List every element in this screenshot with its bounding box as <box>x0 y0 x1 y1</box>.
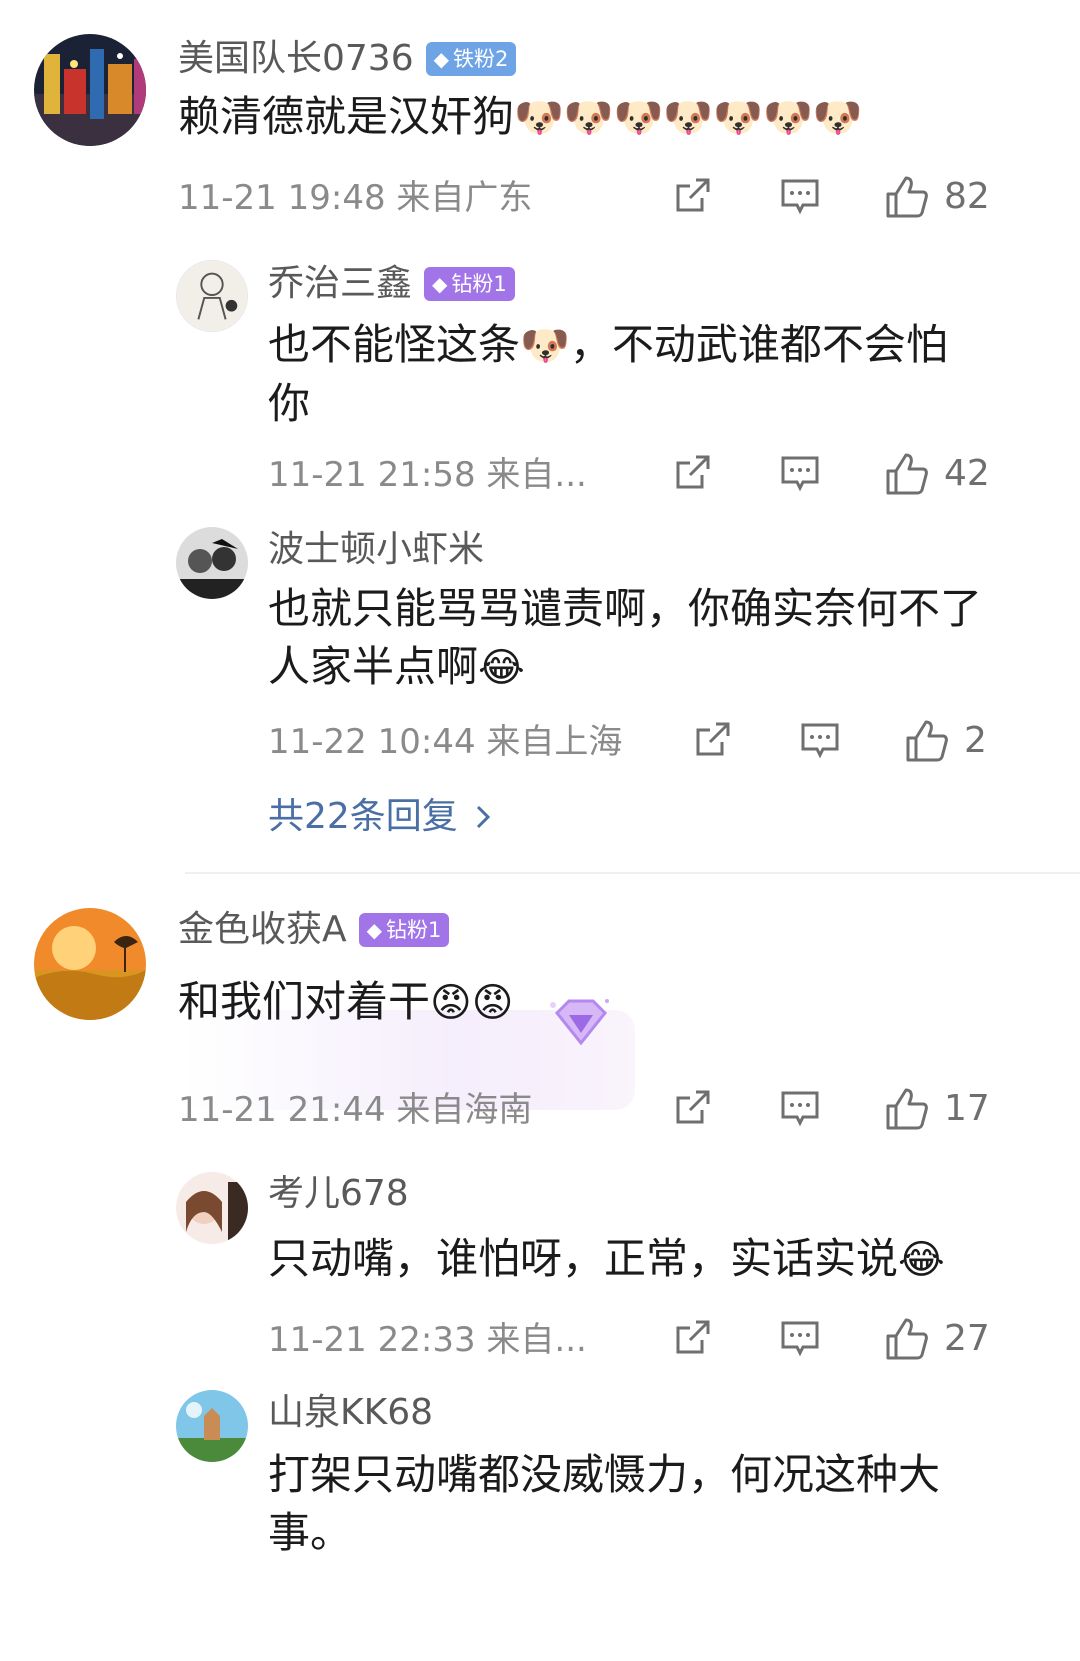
reply-text: 只动嘴，谁怕呀，正常，实话实说😂 <box>268 1230 988 1289</box>
badge-label: 铁粉2 <box>453 47 509 71</box>
like-button[interactable]: 42 <box>884 451 990 497</box>
reply-username[interactable]: 考儿678 <box>268 1172 409 1216</box>
reply-button[interactable] <box>800 720 840 760</box>
like-button[interactable]: 27 <box>884 1316 990 1362</box>
username-text[interactable]: 山泉KK68 <box>268 1391 433 1435</box>
thumb-up-icon <box>886 1088 928 1130</box>
diamond-icon: ◆ <box>366 918 383 942</box>
comment-time: 11-21 21:44 <box>178 1090 386 1130</box>
comment-body: 和我们对着干 <box>178 977 431 1026</box>
chevron-right-icon <box>476 805 490 829</box>
reply-body: 只动嘴，谁怕呀，正常，实话实说 <box>268 1234 899 1283</box>
reply-button[interactable] <box>780 1318 820 1358</box>
dog-emoji: 🐶🐶🐶🐶🐶🐶🐶 <box>514 95 863 141</box>
reply-meta: 11-21 22:33 来自... <box>268 1318 587 1362</box>
username-text[interactable]: 乔治三鑫 <box>268 262 412 306</box>
username-text[interactable]: 波士顿小虾米 <box>268 528 484 572</box>
reply-body-part1: 也不能怪这条 <box>268 320 521 369</box>
like-count: 42 <box>944 453 990 494</box>
user-avatar[interactable] <box>34 908 146 1020</box>
comment-text: 和我们对着干😡😡 <box>178 973 578 1032</box>
comment-text: 赖清德就是汉奸狗🐶🐶🐶🐶🐶🐶🐶 <box>178 88 1028 147</box>
like-count: 17 <box>944 1088 990 1129</box>
share-button[interactable] <box>692 720 732 760</box>
like-count: 27 <box>944 1318 990 1359</box>
username-text[interactable]: 美国队长0736 <box>178 37 414 81</box>
reply-avatar[interactable] <box>176 1390 248 1462</box>
share-button[interactable] <box>672 1318 712 1358</box>
reply-text: 打架只动嘴都没威慑力，何况这种大事。 <box>268 1446 988 1562</box>
reply-location: 来自上海 <box>486 722 623 762</box>
reply-avatar[interactable] <box>176 1172 248 1244</box>
diamond-icon: ◆ <box>433 47 450 71</box>
reply-avatar[interactable] <box>176 260 248 332</box>
fan-badge[interactable]: ◆ 钻粉1 <box>424 267 515 301</box>
reply-username[interactable]: 波士顿小虾米 <box>268 528 484 572</box>
reply-time: 11-21 22:33 <box>268 1320 476 1360</box>
comment-icon <box>781 179 819 215</box>
thumb-up-icon <box>886 176 928 218</box>
badge-label: 钻粉1 <box>386 918 442 942</box>
thread-divider <box>185 872 1080 874</box>
reply-body: 打架只动嘴都没威慑力，何况这种大事。 <box>268 1450 941 1557</box>
comment-meta: 11-21 19:48 来自广东 <box>178 176 532 220</box>
comment-username[interactable]: 美国队长0736 ◆ 铁粉2 <box>178 37 517 81</box>
like-button[interactable]: 17 <box>884 1086 990 1132</box>
username-text[interactable]: 金色收获A <box>178 908 347 952</box>
comment-time: 11-21 19:48 <box>178 178 386 218</box>
laugh-cry-emoji: 😂 <box>898 1237 945 1283</box>
badge-label: 钻粉1 <box>451 272 507 296</box>
comment-icon <box>781 1321 819 1357</box>
share-button[interactable] <box>672 176 712 216</box>
user-avatar[interactable] <box>34 34 146 146</box>
share-button[interactable] <box>672 453 712 493</box>
username-text[interactable]: 考儿678 <box>268 1172 409 1216</box>
reply-button[interactable] <box>780 176 820 216</box>
reply-button[interactable] <box>780 453 820 493</box>
share-button[interactable] <box>672 1088 712 1128</box>
reply-meta: 11-21 21:58 来自... <box>268 453 587 497</box>
like-count: 82 <box>944 176 990 217</box>
share-icon <box>676 178 710 212</box>
comment-icon <box>781 1091 819 1127</box>
comment-location: 来自广东 <box>396 178 533 218</box>
angry-emoji: 😡😡 <box>430 980 514 1026</box>
reply-body: 也就只能骂骂谴责啊，你确实奈何不了人家半点啊 <box>268 584 983 691</box>
comment-username[interactable]: 金色收获A ◆ 钻粉1 <box>178 908 450 952</box>
reply-button[interactable] <box>780 1088 820 1128</box>
like-button[interactable]: 82 <box>884 174 990 220</box>
thumb-up-icon <box>886 453 928 495</box>
reply-time: 11-21 21:58 <box>268 455 476 495</box>
reply-location: 来自... <box>486 1320 587 1360</box>
reply-avatar[interactable] <box>176 527 248 599</box>
comment-body: 赖清德就是汉奸狗 <box>178 92 515 141</box>
comment-location: 来自海南 <box>396 1090 533 1130</box>
like-count: 2 <box>964 720 987 761</box>
share-icon <box>676 1320 710 1354</box>
reply-username[interactable]: 乔治三鑫 ◆ 钻粉1 <box>268 262 515 306</box>
reply-text: 也不能怪这条🐶，不动武谁都不会怕你 <box>268 316 988 433</box>
like-button[interactable]: 2 <box>904 718 987 764</box>
comment-icon <box>801 723 839 759</box>
laugh-cry-emoji: 😂 <box>478 645 525 691</box>
reply-time: 11-22 10:44 <box>268 722 476 762</box>
more-replies-label: 共22条回复 <box>268 796 458 837</box>
reply-location: 来自... <box>486 455 587 495</box>
reply-meta: 11-22 10:44 来自上海 <box>268 720 622 764</box>
share-icon <box>676 455 710 489</box>
fan-badge[interactable]: ◆ 钻粉1 <box>358 913 450 947</box>
thumb-up-icon <box>906 720 948 762</box>
dog-emoji: 🐶 <box>520 323 570 369</box>
more-replies-link[interactable]: 共22条回复 <box>268 795 492 839</box>
diamond-icon: ◆ <box>432 272 448 296</box>
share-icon <box>696 722 730 756</box>
comment-icon <box>781 456 819 492</box>
share-icon <box>676 1090 710 1124</box>
thumb-up-icon <box>886 1318 928 1360</box>
reply-username[interactable]: 山泉KK68 <box>268 1391 433 1435</box>
reply-text: 也就只能骂骂谴责啊，你确实奈何不了人家半点啊😂 <box>268 580 988 697</box>
fan-badge[interactable]: ◆ 铁粉2 <box>425 42 517 76</box>
comment-meta: 11-21 21:44 来自海南 <box>178 1088 532 1132</box>
